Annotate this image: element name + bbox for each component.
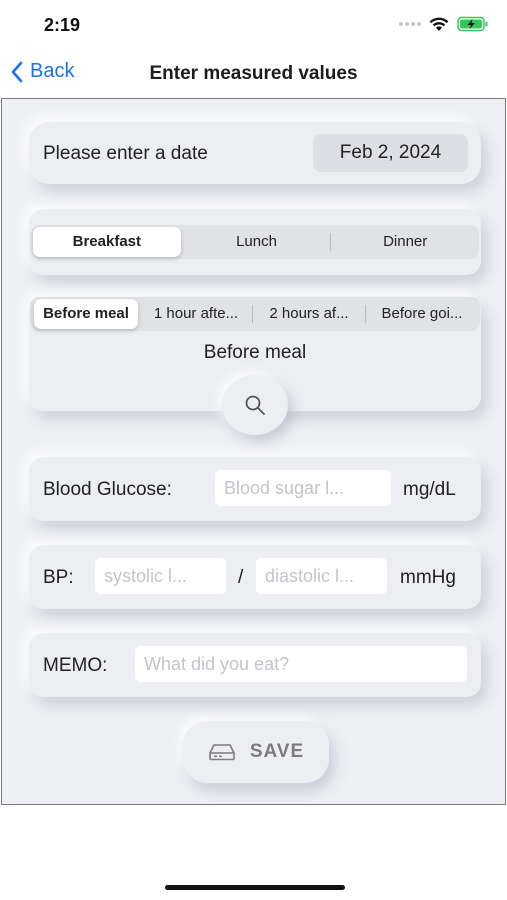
- date-picker[interactable]: Feb 2, 2024: [313, 134, 468, 172]
- tab-breakfast[interactable]: Breakfast: [33, 227, 181, 257]
- memo-card: MEMO:: [29, 633, 481, 697]
- search-button[interactable]: [222, 375, 288, 435]
- tab-1-hour-after[interactable]: 1 hour afte...: [140, 299, 252, 329]
- timing-selector-card: Before meal 1 hour afte... 2 hours af...…: [29, 297, 481, 435]
- battery-charging-icon: [457, 16, 488, 32]
- date-label: Please enter a date: [43, 143, 208, 164]
- blood-glucose-card: Blood Glucose: mg/dL: [29, 457, 481, 521]
- wifi-icon: [429, 17, 449, 31]
- systolic-input[interactable]: [95, 558, 226, 594]
- tab-before-going-to-bed[interactable]: Before goi...: [366, 299, 478, 329]
- diastolic-input[interactable]: [256, 558, 387, 594]
- tab-dinner[interactable]: Dinner: [331, 227, 479, 257]
- meal-selector-card: Breakfast Lunch Dinner: [29, 209, 481, 275]
- tab-lunch[interactable]: Lunch: [183, 227, 331, 257]
- status-icons: [399, 16, 489, 32]
- bp-label: BP:: [43, 567, 74, 588]
- bp-unit: mmHg: [400, 567, 456, 588]
- save-label: SAVE: [249, 741, 305, 762]
- meal-segmented-control: Breakfast Lunch Dinner: [31, 225, 479, 259]
- form-container: Please enter a date Feb 2, 2024 Breakfas…: [1, 98, 506, 805]
- blood-glucose-label: Blood Glucose:: [43, 479, 172, 500]
- disk-drive-icon: [209, 744, 235, 761]
- selected-timing-label: Before meal: [203, 342, 307, 363]
- save-button[interactable]: SAVE: [183, 721, 329, 783]
- blood-glucose-input[interactable]: [215, 470, 391, 506]
- timing-segmented-control: Before meal 1 hour afte... 2 hours af...…: [30, 297, 480, 331]
- magnifying-glass-icon: [245, 395, 265, 415]
- date-card: Please enter a date Feb 2, 2024: [29, 122, 481, 184]
- status-bar: 2:19: [0, 0, 507, 50]
- navigation-bar: Back Enter measured values: [0, 50, 507, 98]
- glucose-unit: mg/dL: [403, 479, 456, 500]
- blood-pressure-card: BP: / mmHg: [29, 545, 481, 609]
- tab-2-hours-after[interactable]: 2 hours af...: [253, 299, 365, 329]
- bp-separator: /: [238, 567, 244, 588]
- home-indicator[interactable]: [165, 885, 345, 890]
- memo-input[interactable]: [135, 646, 467, 682]
- cellular-signal-icon: [399, 22, 421, 26]
- status-time: 2:19: [44, 15, 81, 35]
- memo-label: MEMO:: [43, 655, 108, 676]
- tab-before-meal[interactable]: Before meal: [34, 299, 138, 329]
- page-title: Enter measured values: [0, 63, 507, 85]
- page-title-text: Enter measured values: [149, 63, 358, 84]
